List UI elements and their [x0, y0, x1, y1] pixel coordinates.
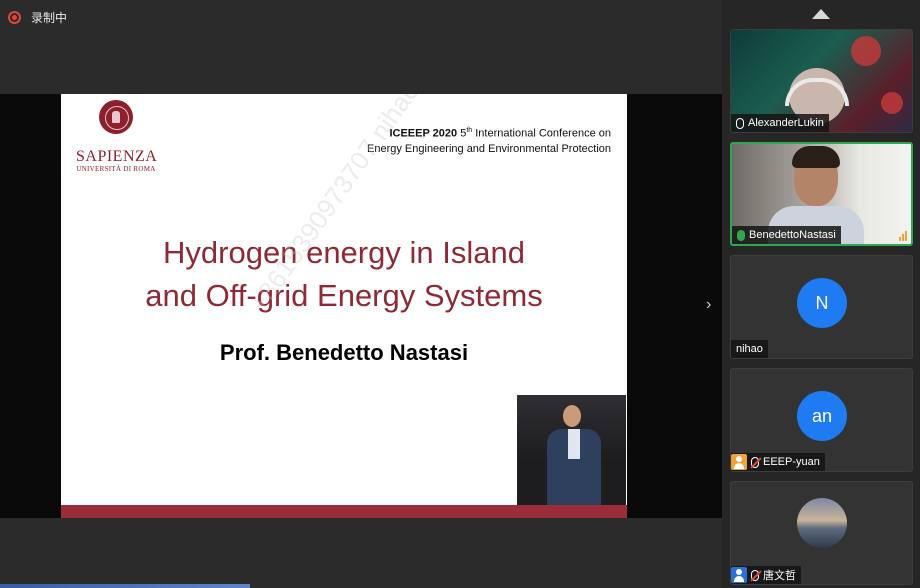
participant-name: AlexanderLukin: [748, 117, 824, 129]
recording-label: 录制中: [31, 11, 68, 25]
participant-tile[interactable]: 唐文哲: [730, 481, 913, 585]
microphone-icon: [736, 117, 744, 129]
university-seal-icon: [99, 100, 133, 134]
bottom-strip: [0, 518, 722, 588]
participant-name: 唐文哲: [763, 569, 796, 582]
slide-title-line1: Hydrogen energy in Island: [163, 235, 525, 270]
conference-line1: International Conference on: [475, 127, 611, 140]
progress-line: [0, 584, 250, 588]
person-icon: [731, 567, 747, 583]
avatar: an: [797, 391, 847, 441]
microphone-active-icon: [737, 229, 745, 241]
participant-tile[interactable]: an EEEP-yuan: [730, 368, 913, 472]
slide-title: Hydrogen energy in Island and Off-grid E…: [61, 231, 627, 317]
participant-namebar: AlexanderLukin: [731, 114, 829, 132]
presenter-name: Prof. Benedetto Nastasi: [219, 340, 469, 365]
recording-indicator[interactable]: 录制中: [8, 9, 67, 26]
participant-name: BenedettoNastasi: [749, 229, 836, 241]
top-bar: 录制中: [0, 0, 722, 94]
participant-tile-active[interactable]: BenedettoNastasi: [730, 142, 913, 246]
university-name: SAPIENZA: [76, 148, 158, 165]
speaker-photo: [517, 395, 626, 505]
participant-tile[interactable]: AlexanderLukin: [730, 29, 913, 133]
chevron-up-icon[interactable]: [812, 9, 830, 19]
participant-name: nihao: [736, 343, 763, 355]
participant-namebar: 唐文哲: [731, 566, 801, 584]
slide-footer-bar: [61, 505, 627, 518]
participant-namebar: EEEP-yuan: [731, 453, 825, 471]
participant-name: EEEP-yuan: [763, 456, 820, 468]
record-icon: [8, 11, 21, 24]
person-icon: [731, 454, 747, 470]
avatar: [797, 498, 847, 548]
participant-namebar: nihao: [731, 340, 768, 358]
chevron-right-icon[interactable]: ›: [706, 296, 711, 314]
conference-line2: Energy Engineering and Environmental Pro…: [367, 142, 611, 155]
participant-namebar: BenedettoNastasi: [732, 226, 841, 244]
avatar: N: [797, 278, 847, 328]
microphone-muted-icon: [751, 569, 759, 581]
conference-ordinal-suffix: th: [466, 127, 473, 134]
microphone-muted-icon: [751, 456, 759, 468]
participant-tile[interactable]: N nihao: [730, 255, 913, 359]
conference-header: ICEEEP 2020 5th International Conference…: [367, 123, 611, 157]
university-subtitle: UNIVERSITÀ DI ROMA: [76, 165, 156, 173]
signal-strength-icon: [899, 231, 907, 241]
slide-title-line2: and Off-grid Energy Systems: [145, 278, 543, 313]
